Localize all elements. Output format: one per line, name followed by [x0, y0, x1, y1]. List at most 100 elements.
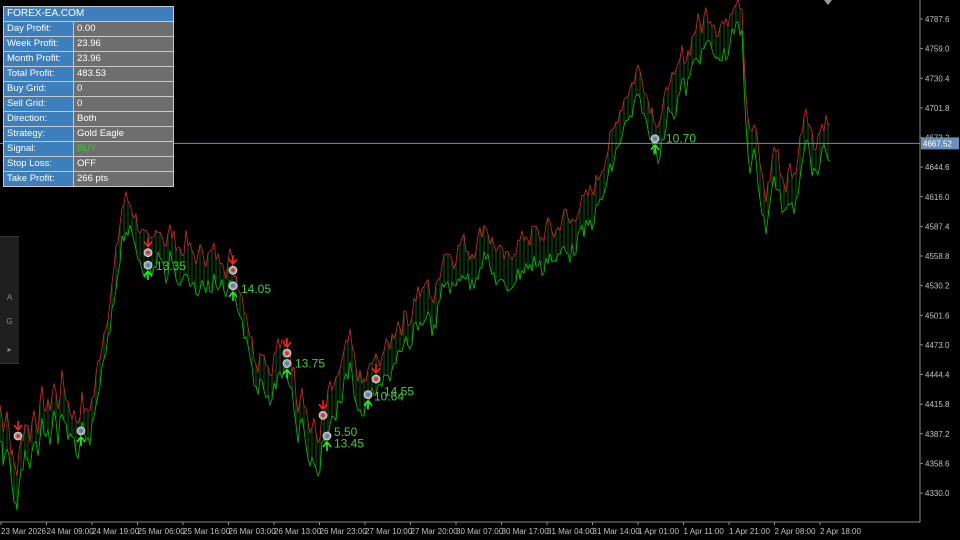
price-tick-label: 4587.4 — [925, 222, 950, 231]
time-tick-label: 26 Mar 03:00 — [229, 527, 277, 536]
price-tick-label: 4701.8 — [925, 104, 950, 113]
chart-shift-marker-icon[interactable] — [824, 0, 832, 5]
time-tick-label: 2 Apr 18:00 — [820, 527, 861, 536]
time-tick-label: 1 Apr 11:00 — [684, 527, 725, 536]
ea-info-value: Both — [74, 112, 173, 126]
trade-marker-dot — [146, 263, 150, 267]
trade-marker-dot — [79, 429, 83, 433]
trade-marker-dot — [366, 392, 370, 397]
profit-label: 14.55 — [384, 384, 414, 398]
time-tick-label: 24 Mar 09:00 — [47, 527, 95, 536]
ea-info-value: 0.00 — [74, 22, 173, 36]
buy-arrow-icon — [282, 369, 292, 379]
side-expand-arrow-icon[interactable]: ▸ — [0, 341, 19, 359]
time-tick-label: 31 Mar 04:00 — [547, 527, 595, 536]
ea-info-label: Total Profit: — [4, 67, 74, 81]
sell-arrow-icon — [318, 400, 328, 410]
ea-info-row: Total Profit: 483.53 — [4, 67, 173, 82]
side-button-g[interactable]: G — [0, 313, 19, 331]
price-tick-label: 4787.6 — [925, 15, 950, 24]
ea-info-row: Sell Grid: 0 — [4, 97, 173, 112]
ea-info-row: Month Profit: 23.96 — [4, 52, 173, 67]
ea-info-label: Strategy: — [4, 127, 74, 141]
ea-info-row: Strategy: Gold Eagle — [4, 127, 173, 142]
time-tick-label: 30 Mar 17:00 — [502, 527, 550, 536]
ea-info-label: Week Profit: — [4, 37, 74, 51]
ea-info-value: 266 pts — [74, 172, 173, 186]
time-tick-label: 1 Apr 21:00 — [729, 527, 770, 536]
price-tick-label: 4473.0 — [925, 341, 950, 350]
ea-info-row: Week Profit: 23.96 — [4, 37, 173, 52]
profit-label: 14.05 — [241, 282, 271, 296]
ea-info-value: 483.53 — [74, 67, 173, 81]
sell-arrow-icon — [228, 255, 238, 265]
time-tick-label: 27 Mar 20:00 — [411, 527, 459, 536]
trade-marker-dot — [374, 377, 378, 381]
ea-info-value: 23.96 — [74, 52, 173, 66]
time-tick-label: 27 Mar 10:00 — [365, 527, 413, 536]
time-tick-label: 30 Mar 07:00 — [456, 527, 504, 536]
time-tick-label: 31 Mar 14:00 — [593, 527, 641, 536]
time-tick-label: 26 Mar 23:00 — [320, 527, 368, 536]
time-tick-label: 23 Mar 2026 — [1, 527, 46, 536]
side-toolbar: A G ▸ — [0, 236, 19, 364]
ea-info-title: FOREX-EA.COM — [4, 7, 173, 22]
ea-info-value: BUY — [74, 142, 173, 156]
sell-arrow-icon — [143, 237, 153, 248]
ea-info-row: Take Profit: 266 pts — [4, 172, 173, 186]
trade-marker-dot — [231, 284, 235, 288]
price-tick-label: 4501.6 — [925, 311, 950, 320]
profit-label: 13.75 — [295, 357, 325, 371]
sell-arrow-icon — [371, 364, 381, 374]
time-tick-label: 2 Apr 08:00 — [775, 527, 816, 536]
buy-arrow-icon — [76, 436, 86, 446]
price-tick-label: 4558.8 — [925, 252, 950, 261]
ea-info-label: Direction: — [4, 112, 74, 126]
ea-info-label: Signal: — [4, 142, 74, 156]
ea-info-value: 0 — [74, 82, 173, 96]
price-tick-label: 4330.0 — [925, 489, 950, 498]
ea-info-label: Take Profit: — [4, 172, 74, 186]
ea-info-value: 0 — [74, 97, 173, 111]
current-price-label: 4667.52 — [923, 139, 952, 148]
price-tick-label: 4387.2 — [925, 430, 950, 439]
ea-info-label: Sell Grid: — [4, 97, 74, 111]
buy-arrow-icon — [650, 144, 660, 154]
ea-info-row: Direction: Both — [4, 112, 173, 127]
time-tick-label: 1 Apr 01:00 — [638, 527, 679, 536]
trade-marker-dot — [231, 268, 235, 273]
ea-info-value: 23.96 — [74, 37, 173, 51]
price-tick-label: 4759.0 — [925, 45, 950, 54]
ea-info-label: Stop Loss: — [4, 157, 74, 171]
price-tick-label: 4644.6 — [925, 163, 950, 172]
price-tick-label: 4358.6 — [925, 459, 950, 468]
ea-info-label: Month Profit: — [4, 52, 74, 66]
ea-info-row: Buy Grid: 0 — [4, 82, 173, 97]
profit-label: 10.70 — [666, 132, 696, 146]
trade-marker-dot — [146, 250, 150, 255]
profit-label: 13.35 — [156, 259, 186, 273]
trade-marker-dot — [285, 351, 289, 355]
trade-marker-dot — [325, 434, 329, 438]
price-tick-label: 4616.0 — [925, 193, 950, 202]
time-tick-label: 26 Mar 13:00 — [274, 527, 322, 536]
ea-info-value: Gold Eagle — [74, 127, 173, 141]
buy-arrow-icon — [322, 441, 332, 452]
ea-info-row: Day Profit: 0.00 — [4, 22, 173, 37]
ea-info-label: Day Profit: — [4, 22, 74, 36]
price-tick-label: 4444.4 — [925, 371, 950, 380]
ea-info-panel: FOREX-EA.COM Day Profit: 0.00 Week Profit:… — [3, 6, 174, 187]
time-tick-label: 25 Mar 06:00 — [138, 527, 186, 536]
trade-marker-dot — [653, 136, 657, 141]
ea-info-row: Signal: BUY — [4, 142, 173, 157]
ea-info-label: Buy Grid: — [4, 82, 74, 96]
sell-arrow-icon — [13, 421, 23, 431]
ea-info-rows: Day Profit: 0.00 Week Profit: 23.96 Month Pr… — [4, 22, 173, 186]
price-tick-label: 4730.4 — [925, 74, 950, 83]
profit-label: 13.45 — [334, 436, 364, 450]
ea-info-value: OFF — [74, 157, 173, 171]
trade-marker-dot — [321, 413, 325, 418]
side-button-a[interactable]: A — [0, 289, 19, 307]
price-tick-label: 4415.8 — [925, 400, 950, 409]
time-tick-label: 25 Mar 16:00 — [183, 527, 231, 536]
